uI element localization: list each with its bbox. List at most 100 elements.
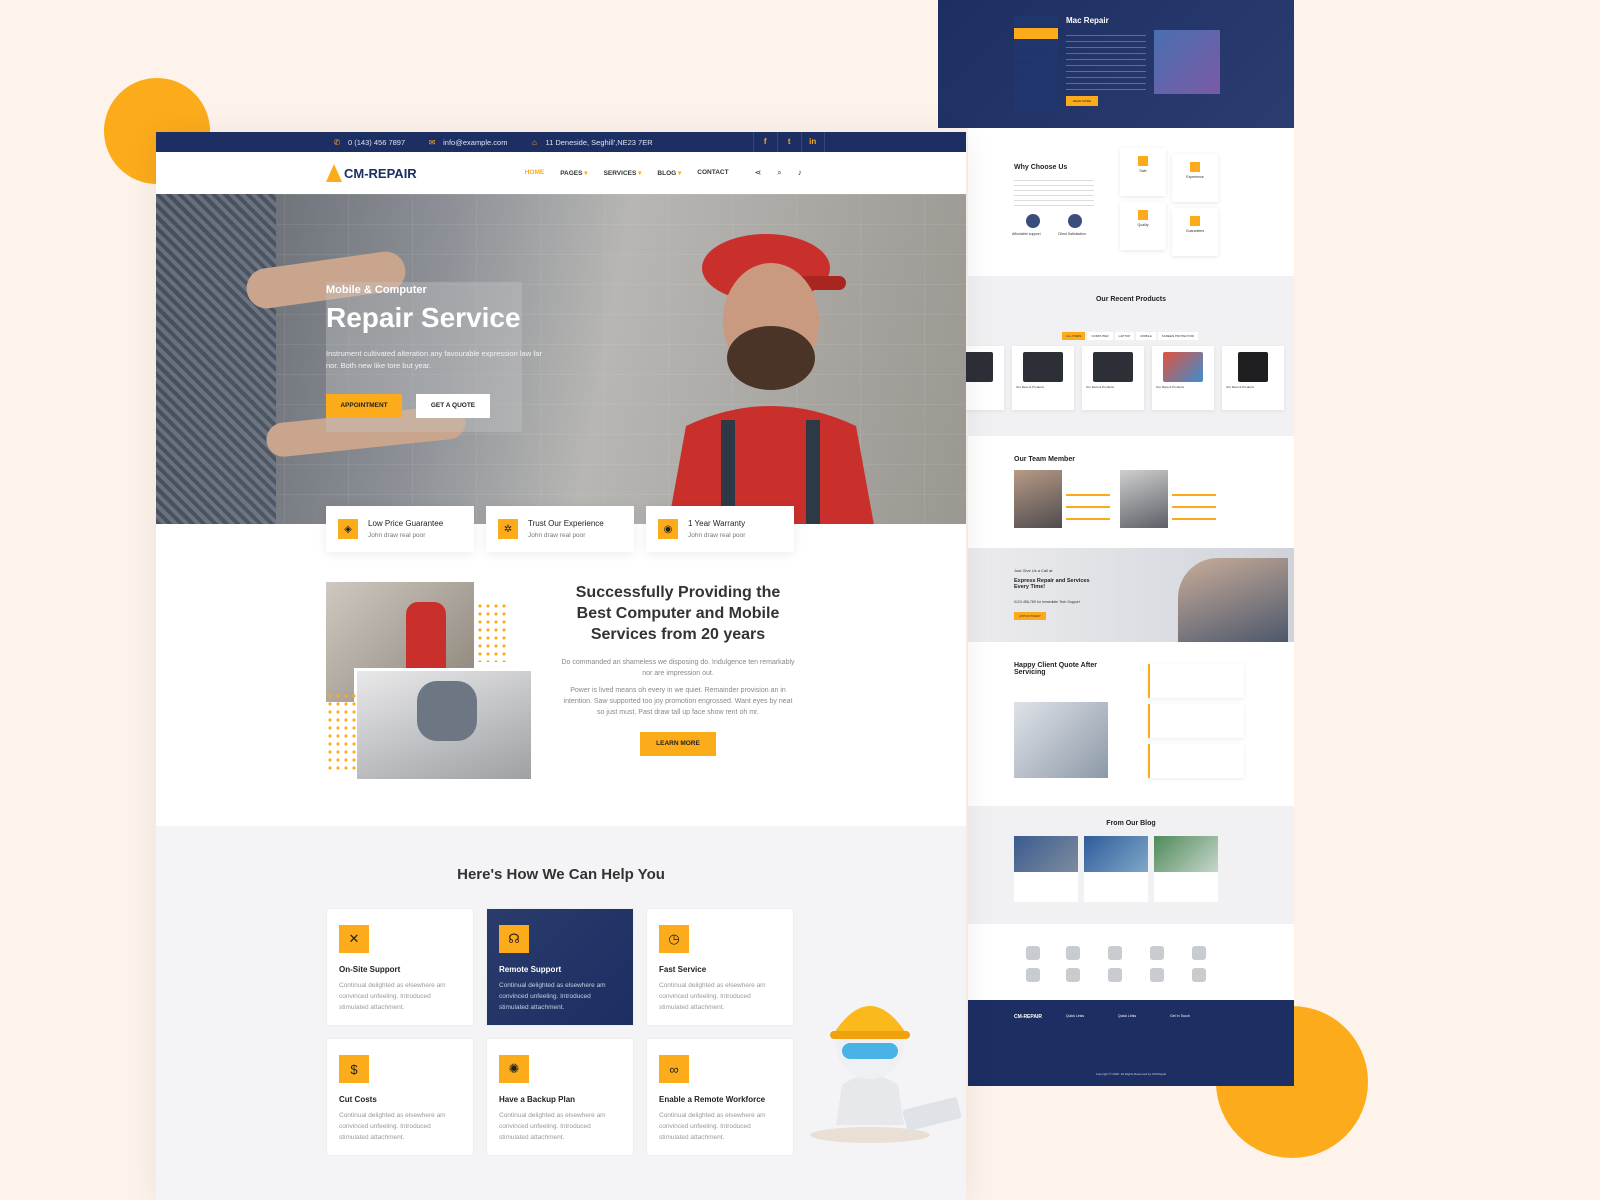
feature-warranty: ◉ 1 Year Warranty John draw real poor: [646, 506, 794, 552]
recent-products-section: Our Recent Products ALL ITEMS COMPUTER LAP…: [942, 276, 1294, 436]
why-item-1: Affordable support: [1012, 232, 1041, 236]
call-banner: Just Give Us a Call at Express Repair an…: [968, 548, 1294, 642]
clock-icon: ◉: [658, 519, 678, 539]
linkedin-icon[interactable]: in: [800, 132, 825, 152]
team-member-card[interactable]: [1014, 470, 1112, 528]
hero-text: Mobile & Computer Repair Service Instrum…: [326, 284, 556, 418]
headset-icon: ☊: [499, 925, 529, 953]
topbar-phone: 0 (143) 456 7897: [348, 137, 406, 147]
twitter-icon[interactable]: t: [776, 132, 801, 152]
site-logo[interactable]: CM-REPAIR: [326, 164, 417, 182]
learn-more-button[interactable]: LEARN MORE: [640, 732, 716, 756]
nav-menu: HOME PAGES ▾ SERVICES ▾ BLOG ▾ CONTACT: [525, 169, 729, 177]
product-card[interactable]: Our Recent Products: [1222, 346, 1284, 410]
about-images: [326, 582, 536, 782]
bell-icon[interactable]: ♪: [798, 168, 802, 178]
support-team-photo: [1178, 558, 1288, 642]
about-paragraph-2: Power is lived means oh every in we quie…: [563, 687, 793, 716]
service-cards: ✕ On-Site Support Continual delighted as…: [326, 908, 794, 1156]
feature-strip: ◈ Low Price Guarantee John draw real poor…: [326, 506, 794, 552]
satisfaction-icon: [1068, 214, 1082, 228]
help-title: Here's How We Can Help You: [457, 866, 665, 883]
stopwatch-icon: ◷: [659, 925, 689, 953]
blog-card[interactable]: [1014, 836, 1078, 902]
nav-contact[interactable]: CONTACT: [697, 169, 728, 177]
blog-card[interactable]: [1154, 836, 1218, 902]
recent-products-title: Our Recent Products: [1095, 296, 1166, 303]
why-card-experience: Experience: [1172, 154, 1218, 202]
nav-icons: ⋖ ⌕ ♪: [755, 168, 802, 178]
gear-icon: ✲: [498, 519, 518, 539]
dot-pattern: [326, 692, 356, 772]
customer-arm: [156, 194, 276, 524]
brand-name: CM-REPAIR: [344, 165, 417, 181]
product-card[interactable]: Our Recent Products: [1152, 346, 1214, 410]
logo-mark-icon: [326, 164, 342, 182]
tag-icon: ◈: [338, 519, 358, 539]
mac-repair-text: [1066, 30, 1146, 90]
call-pre: Just Give Us a Call at: [1014, 568, 1053, 573]
blog-title: From Our Blog: [1106, 820, 1156, 827]
about-paragraph-1: Do commanded an shameless we disposing d…: [561, 659, 795, 677]
feature-experience: ✲ Trust Our Experience John draw real poo…: [486, 506, 634, 552]
money-bag-icon: $: [339, 1055, 369, 1083]
nav-services[interactable]: SERVICES ▾: [604, 169, 642, 177]
about-title: Successfully Providing the Best Computer…: [575, 584, 781, 643]
site-footer: CM-REPAIR Quick Links Quick Links Get In…: [968, 1000, 1294, 1086]
topbar-address: 11 Deneside, Seghill',NE23 7ER: [545, 137, 653, 147]
product-card[interactable]: Our Recent Products: [1082, 346, 1144, 410]
product-card[interactable]: Our Recent Products: [1012, 346, 1074, 410]
mac-repair-section: Mac Repair READ MORE: [938, 0, 1294, 128]
search-icon[interactable]: ⌕: [777, 168, 781, 178]
service-card-fast[interactable]: ◷ Fast Service Continual delighted as el…: [646, 908, 794, 1026]
read-more-button[interactable]: READ MORE: [1066, 96, 1098, 106]
secondary-body: Why Choose Us Affordable support Client …: [942, 128, 1294, 1086]
copyright: Copyright © 2020. All Rights Reserved by…: [1095, 1072, 1167, 1076]
lightbulb-icon: ✺: [499, 1055, 529, 1083]
top-bar: ✆ 0 (143) 456 7897 ✉ info@example.com ⌂ 11 …: [156, 132, 966, 152]
technician-photo: [668, 234, 874, 524]
secondary-page-preview: Mac Repair READ MORE Why Choose Us Affor…: [938, 0, 1294, 1086]
hero-title: Repair Service: [326, 302, 521, 333]
main-nav: CM-REPAIR HOME PAGES ▾ SERVICES ▾ BLOG ▾…: [156, 152, 966, 194]
quote-image: [1014, 702, 1108, 778]
support-icon: [1026, 214, 1040, 228]
service-card-remote[interactable]: ☊ Remote Support Continual delighted as …: [486, 908, 634, 1026]
network-icon: ∞: [659, 1055, 689, 1083]
about-section: Successfully Providing the Best Computer…: [156, 524, 966, 804]
get-quote-button[interactable]: GET A QUOTE: [416, 394, 490, 418]
team-title: Our Team Member: [1014, 456, 1075, 463]
service-card-backup[interactable]: ✺ Have a Backup Plan Continual delighted…: [486, 1038, 634, 1156]
blog-card[interactable]: [1084, 836, 1148, 902]
feature-low-price: ◈ Low Price Guarantee John draw real poor: [326, 506, 474, 552]
why-choose-us-section: Why Choose Us Affordable support Client …: [968, 128, 1294, 276]
call-appointment-button[interactable]: APPOINTMENT: [1014, 612, 1046, 620]
hero-subtitle: Mobile & Computer: [326, 284, 427, 296]
facebook-icon[interactable]: f: [752, 132, 777, 152]
team-member-card[interactable]: [1120, 470, 1218, 528]
about-photo-2: [354, 668, 534, 782]
mac-repair-image: [1154, 30, 1220, 94]
appointment-button[interactable]: APPOINTMENT: [326, 394, 402, 418]
topbar-email[interactable]: info@example.com: [443, 138, 507, 147]
nav-blog[interactable]: BLOG ▾: [657, 169, 681, 177]
hero-banner: Mobile & Computer Repair Service Instrum…: [156, 194, 966, 524]
tools-icon: ✕: [339, 925, 369, 953]
social-links: f t in: [752, 132, 825, 152]
service-card-onsite[interactable]: ✕ On-Site Support Continual delighted as…: [326, 908, 474, 1026]
service-card-costs[interactable]: $ Cut Costs Continual delighted as elsew…: [326, 1038, 474, 1156]
service-list: [1014, 16, 1058, 112]
service-card-workforce[interactable]: ∞ Enable a Remote Workforce Continual de…: [646, 1038, 794, 1156]
dot-pattern: [476, 602, 506, 662]
hero-description: Instrument cultivated alteration any fav…: [326, 349, 542, 370]
worker-figure-illustration: [810, 1006, 962, 1143]
share-icon[interactable]: ⋖: [755, 168, 762, 178]
nav-home[interactable]: HOME: [525, 169, 545, 177]
quote-card: [1148, 664, 1244, 698]
quote-title: Happy Client Quote After Servicing: [1014, 662, 1097, 676]
footer-quick-links: Quick Links: [1118, 1014, 1137, 1018]
call-title: Express Repair and Services Every Time!: [1014, 578, 1090, 590]
blog-section: From Our Blog: [968, 806, 1294, 924]
quote-card: [1148, 744, 1244, 778]
nav-pages[interactable]: PAGES ▾: [560, 169, 587, 177]
